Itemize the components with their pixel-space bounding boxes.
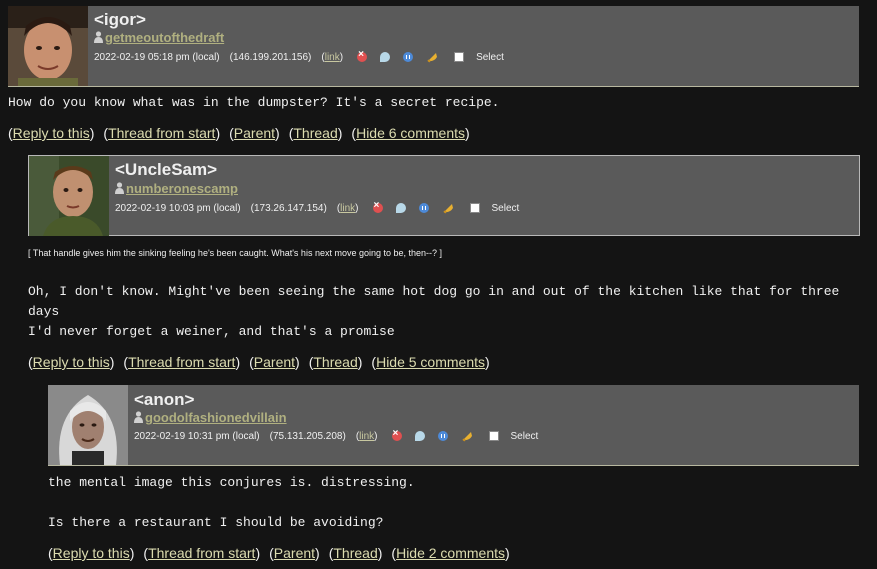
account-name[interactable]: goodolfashionedvillain bbox=[145, 410, 287, 425]
ip-address: (75.131.205.208) bbox=[269, 430, 346, 442]
select-label: Select bbox=[476, 51, 504, 63]
comment-body: How do you know what was in the dumpster… bbox=[8, 95, 500, 110]
person-icon bbox=[94, 31, 103, 43]
delete-icon[interactable] bbox=[372, 200, 383, 213]
username: <anon> bbox=[134, 390, 195, 409]
account-name[interactable]: getmeoutofthedraft bbox=[105, 30, 224, 45]
ip-address: (173.26.147.154) bbox=[250, 202, 327, 214]
parent-link[interactable]: Parent bbox=[254, 354, 295, 370]
timestamp: 2022-02-19 10:03 pm (local) bbox=[115, 202, 241, 214]
hide-comments-link[interactable]: Hide 6 comments bbox=[356, 125, 465, 141]
username: <UncleSam> bbox=[115, 160, 218, 179]
username: <igor> bbox=[94, 10, 146, 29]
freeze-icon[interactable] bbox=[403, 52, 414, 62]
comment-actions: (Reply to this) (Thread from start) (Paren… bbox=[48, 545, 510, 561]
select-checkbox[interactable] bbox=[454, 52, 465, 62]
avatar bbox=[8, 6, 88, 86]
freeze-icon[interactable] bbox=[418, 203, 429, 213]
chat-icon[interactable] bbox=[395, 203, 406, 213]
comment-header: <anon> goodolfashionedvillain 2022-02-19… bbox=[48, 385, 859, 466]
select-label: Select bbox=[491, 202, 520, 214]
comment-header: <igor> getmeoutofthedraft 2022-02-19 05:… bbox=[8, 6, 859, 87]
select-label: Select bbox=[510, 430, 539, 442]
comment-meta: 2022-02-19 05:18 pm (local) (146.199.201… bbox=[94, 49, 504, 63]
thread-link[interactable]: Thread bbox=[293, 125, 337, 141]
delete-icon[interactable] bbox=[357, 49, 368, 62]
timestamp: 2022-02-19 10:31 pm (local) bbox=[134, 430, 260, 442]
freeze-icon[interactable] bbox=[437, 431, 448, 441]
comment-actions: (Reply to this) (Thread from start) (Paren… bbox=[8, 125, 470, 141]
permalink[interactable]: link bbox=[325, 52, 340, 63]
reply-link[interactable]: Reply to this bbox=[33, 354, 110, 370]
track-icon[interactable] bbox=[426, 51, 438, 63]
track-icon[interactable] bbox=[442, 202, 454, 214]
account-link[interactable]: goodolfashionedvillain bbox=[134, 410, 287, 425]
thread-link[interactable]: Thread bbox=[313, 354, 357, 370]
link-wrap: (link) bbox=[321, 51, 344, 63]
thread-start-link[interactable]: Thread from start bbox=[128, 354, 235, 370]
permalink[interactable]: link bbox=[359, 431, 374, 442]
reply-link[interactable]: Reply to this bbox=[53, 545, 130, 561]
ip-address: (146.199.201.156) bbox=[229, 51, 312, 63]
comment-header: <UncleSam> numberonescamp 2022-02-19 10:… bbox=[28, 155, 860, 236]
comment-meta: 2022-02-19 10:31 pm (local) (75.131.205.… bbox=[134, 428, 539, 442]
account-link[interactable]: numberonescamp bbox=[115, 181, 238, 196]
select-checkbox[interactable] bbox=[488, 431, 499, 441]
parent-link[interactable]: Parent bbox=[234, 125, 275, 141]
comment-body: Oh, I don't know. Might've been seeing t… bbox=[28, 284, 840, 339]
chat-icon[interactable] bbox=[414, 431, 425, 441]
hide-comments-link[interactable]: Hide 2 comments bbox=[396, 545, 505, 561]
thread-link[interactable]: Thread bbox=[333, 545, 377, 561]
link-wrap: (link) bbox=[336, 202, 359, 214]
avatar bbox=[29, 156, 109, 236]
reply-link[interactable]: Reply to this bbox=[13, 125, 90, 141]
account-link[interactable]: getmeoutofthedraft bbox=[94, 30, 224, 45]
thread-start-link[interactable]: Thread from start bbox=[108, 125, 215, 141]
parent-link[interactable]: Parent bbox=[274, 545, 315, 561]
track-icon[interactable] bbox=[461, 430, 473, 442]
person-icon bbox=[134, 411, 143, 423]
timestamp: 2022-02-19 05:18 pm (local) bbox=[94, 51, 220, 63]
permalink[interactable]: link bbox=[340, 203, 355, 214]
chat-icon[interactable] bbox=[380, 52, 391, 62]
avatar bbox=[48, 385, 128, 465]
thread-start-link[interactable]: Thread from start bbox=[148, 545, 255, 561]
account-name[interactable]: numberonescamp bbox=[126, 181, 238, 196]
comment-subject: [ That handle gives him the sinking feel… bbox=[28, 248, 443, 258]
hide-comments-link[interactable]: Hide 5 comments bbox=[376, 354, 485, 370]
comment-body: the mental image this conjures is. distr… bbox=[48, 475, 415, 530]
comment-meta: 2022-02-19 10:03 pm (local) (173.26.147.… bbox=[115, 200, 520, 214]
person-icon bbox=[115, 182, 124, 194]
link-wrap: (link) bbox=[355, 430, 378, 442]
comment-actions: (Reply to this) (Thread from start) (Paren… bbox=[28, 354, 490, 370]
select-checkbox[interactable] bbox=[469, 203, 480, 213]
delete-icon[interactable] bbox=[391, 428, 402, 441]
